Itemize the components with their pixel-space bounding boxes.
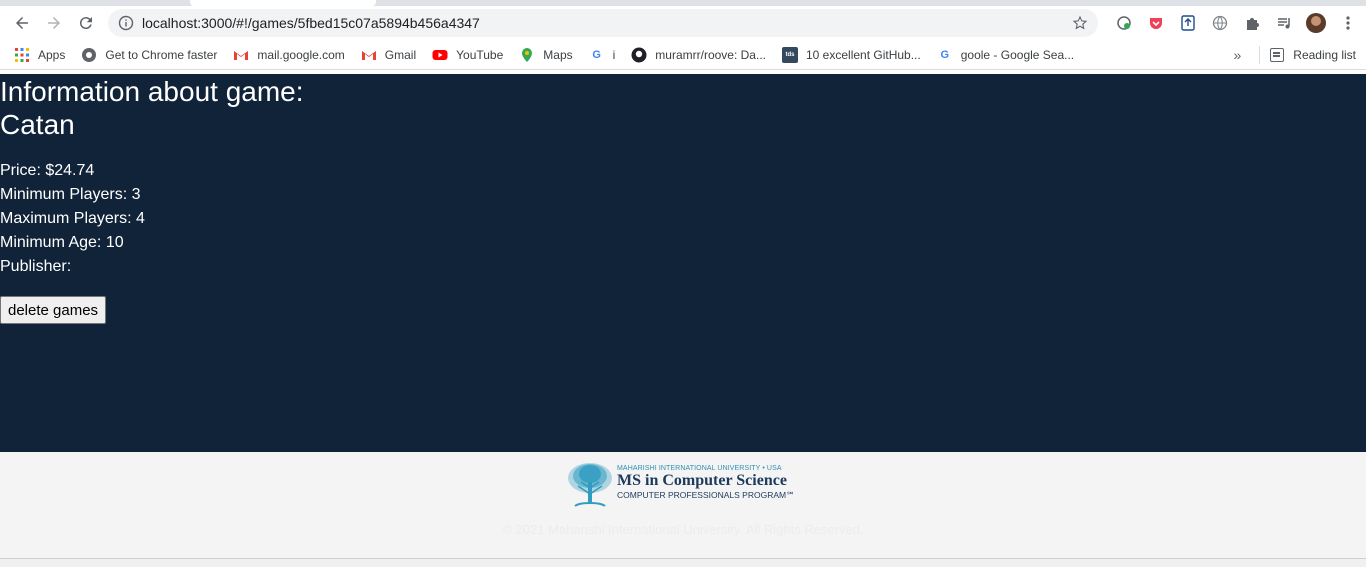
tree-logo-icon — [568, 463, 612, 507]
more-bookmarks-icon[interactable]: » — [1234, 47, 1242, 63]
extension-button[interactable] — [1204, 9, 1236, 37]
maps-icon — [522, 47, 533, 62]
forward-icon — [48, 17, 60, 29]
profile-button[interactable] — [1300, 9, 1332, 37]
youtube-icon — [432, 49, 448, 60]
puzzle-icon — [1247, 18, 1259, 30]
browser-toolbar: localhost:3000/#!/games/5fbed15c07a5894b… — [0, 6, 1366, 40]
bookmark-label: Gmail — [384, 47, 417, 62]
bookmark-apps[interactable]: Apps — [14, 47, 65, 63]
github-icon — [631, 47, 647, 62]
university-name: MAHARISHI INTERNATIONAL UNIVERSITY • USA — [617, 465, 782, 472]
bookmark-github[interactable]: muramrr/roove: Da... — [631, 47, 766, 63]
pocket-icon — [1150, 18, 1162, 29]
bookmark-tds[interactable]: tds 10 excellent GitHub... — [782, 46, 921, 63]
bookmark-label: i — [612, 47, 616, 62]
bookmark-label: YouTube — [456, 47, 504, 62]
bookmark-label: Maps — [543, 47, 573, 62]
info-icon[interactable] — [118, 15, 134, 31]
bookmark-maps[interactable]: Maps — [519, 47, 573, 63]
game-price: Price: $24.74 — [0, 162, 95, 179]
bottom-strip — [0, 558, 1366, 567]
address-bar[interactable]: localhost:3000/#!/games/5fbed15c07a5894b… — [108, 9, 1098, 37]
chrome-icon — [82, 47, 97, 62]
title-line-1: Information about game: — [0, 76, 304, 107]
upload-icon — [1181, 15, 1195, 31]
bookmark-mail-google[interactable]: mail.google.com — [233, 47, 345, 63]
menu-button[interactable] — [1332, 9, 1364, 37]
tds-icon: tds — [782, 46, 798, 63]
divider — [1259, 46, 1261, 64]
reload-icon — [79, 17, 92, 30]
footer: MAHARISHI INTERNATIONAL UNIVERSITY • USA… — [0, 452, 1366, 558]
extension-button[interactable] — [1172, 9, 1204, 37]
game-name: Catan — [0, 109, 75, 140]
extensions-button[interactable] — [1236, 9, 1268, 37]
gmail-icon — [361, 50, 376, 60]
google-icon: G — [940, 48, 950, 61]
avatar — [1306, 13, 1326, 33]
bookmark-label: Apps — [38, 47, 66, 62]
delete-games-button[interactable]: delete games — [0, 296, 107, 324]
bookmark-google-search[interactable]: G goole - Google Sea... — [937, 47, 1074, 63]
subprogram-name: COMPUTER PROFESSIONALS PROGRAM℠ — [617, 490, 795, 500]
game-max-players: Maximum Players: 4 — [0, 210, 145, 227]
bookmarks-bar: Apps Get to Chrome faster mail.google.co… — [0, 40, 1366, 70]
program-name: MS in Computer Science — [617, 472, 787, 489]
media-icon — [1278, 18, 1290, 29]
reading-list-icon — [1270, 48, 1285, 62]
bookmark-google-i[interactable]: G i — [589, 47, 616, 63]
menu-icon — [1346, 16, 1350, 30]
extension-bar — [1108, 9, 1364, 37]
star-icon[interactable] — [1072, 15, 1088, 31]
bookmark-gmail[interactable]: Gmail — [361, 47, 416, 63]
bookmark-chrome-faster[interactable]: Get to Chrome faster — [81, 47, 217, 63]
game-info-list: Price: $24.74 Minimum Players: 3 Maximum… — [0, 159, 1366, 279]
bookmark-youtube[interactable]: YouTube — [432, 47, 503, 63]
bookmark-label: mail.google.com — [257, 47, 345, 62]
game-min-age: Minimum Age: 10 — [0, 234, 124, 251]
sync-icon — [1117, 16, 1131, 30]
url-text[interactable]: localhost:3000/#!/games/5fbed15c07a5894b… — [142, 15, 480, 31]
game-details-section: Information about game: Catan Price: $24… — [0, 74, 1366, 452]
page-title: Information about game: Catan — [0, 74, 1366, 141]
game-min-players: Minimum Players: 3 — [0, 186, 141, 203]
globe-icon — [1212, 15, 1228, 31]
gmail-icon — [234, 50, 249, 60]
copyright-text: © 2021 Maharishi International Universit… — [502, 522, 864, 537]
game-publisher: Publisher: — [0, 258, 72, 275]
reload-button[interactable] — [70, 7, 102, 39]
extension-button[interactable] — [1140, 9, 1172, 37]
reading-list-button[interactable]: Reading list — [1293, 48, 1356, 62]
apps-grid-icon — [15, 47, 29, 62]
google-icon: G — [592, 48, 601, 61]
bookmark-label: Get to Chrome faster — [105, 47, 218, 62]
back-button[interactable] — [6, 7, 38, 39]
back-icon — [16, 17, 28, 29]
media-button[interactable] — [1268, 9, 1300, 37]
forward-button[interactable] — [38, 7, 70, 39]
bookmark-label: 10 excellent GitHub... — [806, 47, 921, 62]
bookmark-label: goole - Google Sea... — [960, 47, 1075, 62]
university-logo: MAHARISHI INTERNATIONAL UNIVERSITY • USA… — [565, 460, 805, 512]
bookmarks-right: » Reading list — [1234, 40, 1356, 70]
bookmark-label: muramrr/roove: Da... — [655, 47, 766, 62]
extension-button[interactable] — [1108, 9, 1140, 37]
